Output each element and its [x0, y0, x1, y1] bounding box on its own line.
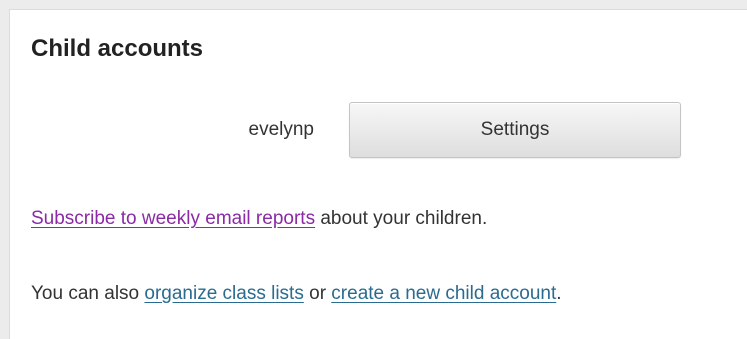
also-middle: or [303, 283, 332, 304]
also-suffix: . [556, 283, 562, 304]
organize-class-lists-link[interactable]: organize class lists [144, 283, 303, 304]
also-prefix: You can also [31, 283, 145, 304]
child-account-row: evelynp Settings [10, 100, 747, 160]
child-accounts-panel: Child accounts evelynp Settings Subscrib… [9, 9, 747, 339]
panel-title: Child accounts [31, 35, 204, 62]
settings-button[interactable]: Settings [349, 102, 681, 158]
subscribe-line: Subscribe to weekly email reports about … [31, 205, 487, 233]
subscribe-weekly-reports-link[interactable]: Subscribe to weekly email reports [31, 208, 315, 229]
child-username: evelynp [248, 119, 315, 140]
subscribe-suffix: about your children. [315, 208, 488, 229]
create-child-account-link[interactable]: create a new child account [331, 283, 556, 304]
also-options-line: You can also organize class lists or cre… [31, 280, 562, 308]
